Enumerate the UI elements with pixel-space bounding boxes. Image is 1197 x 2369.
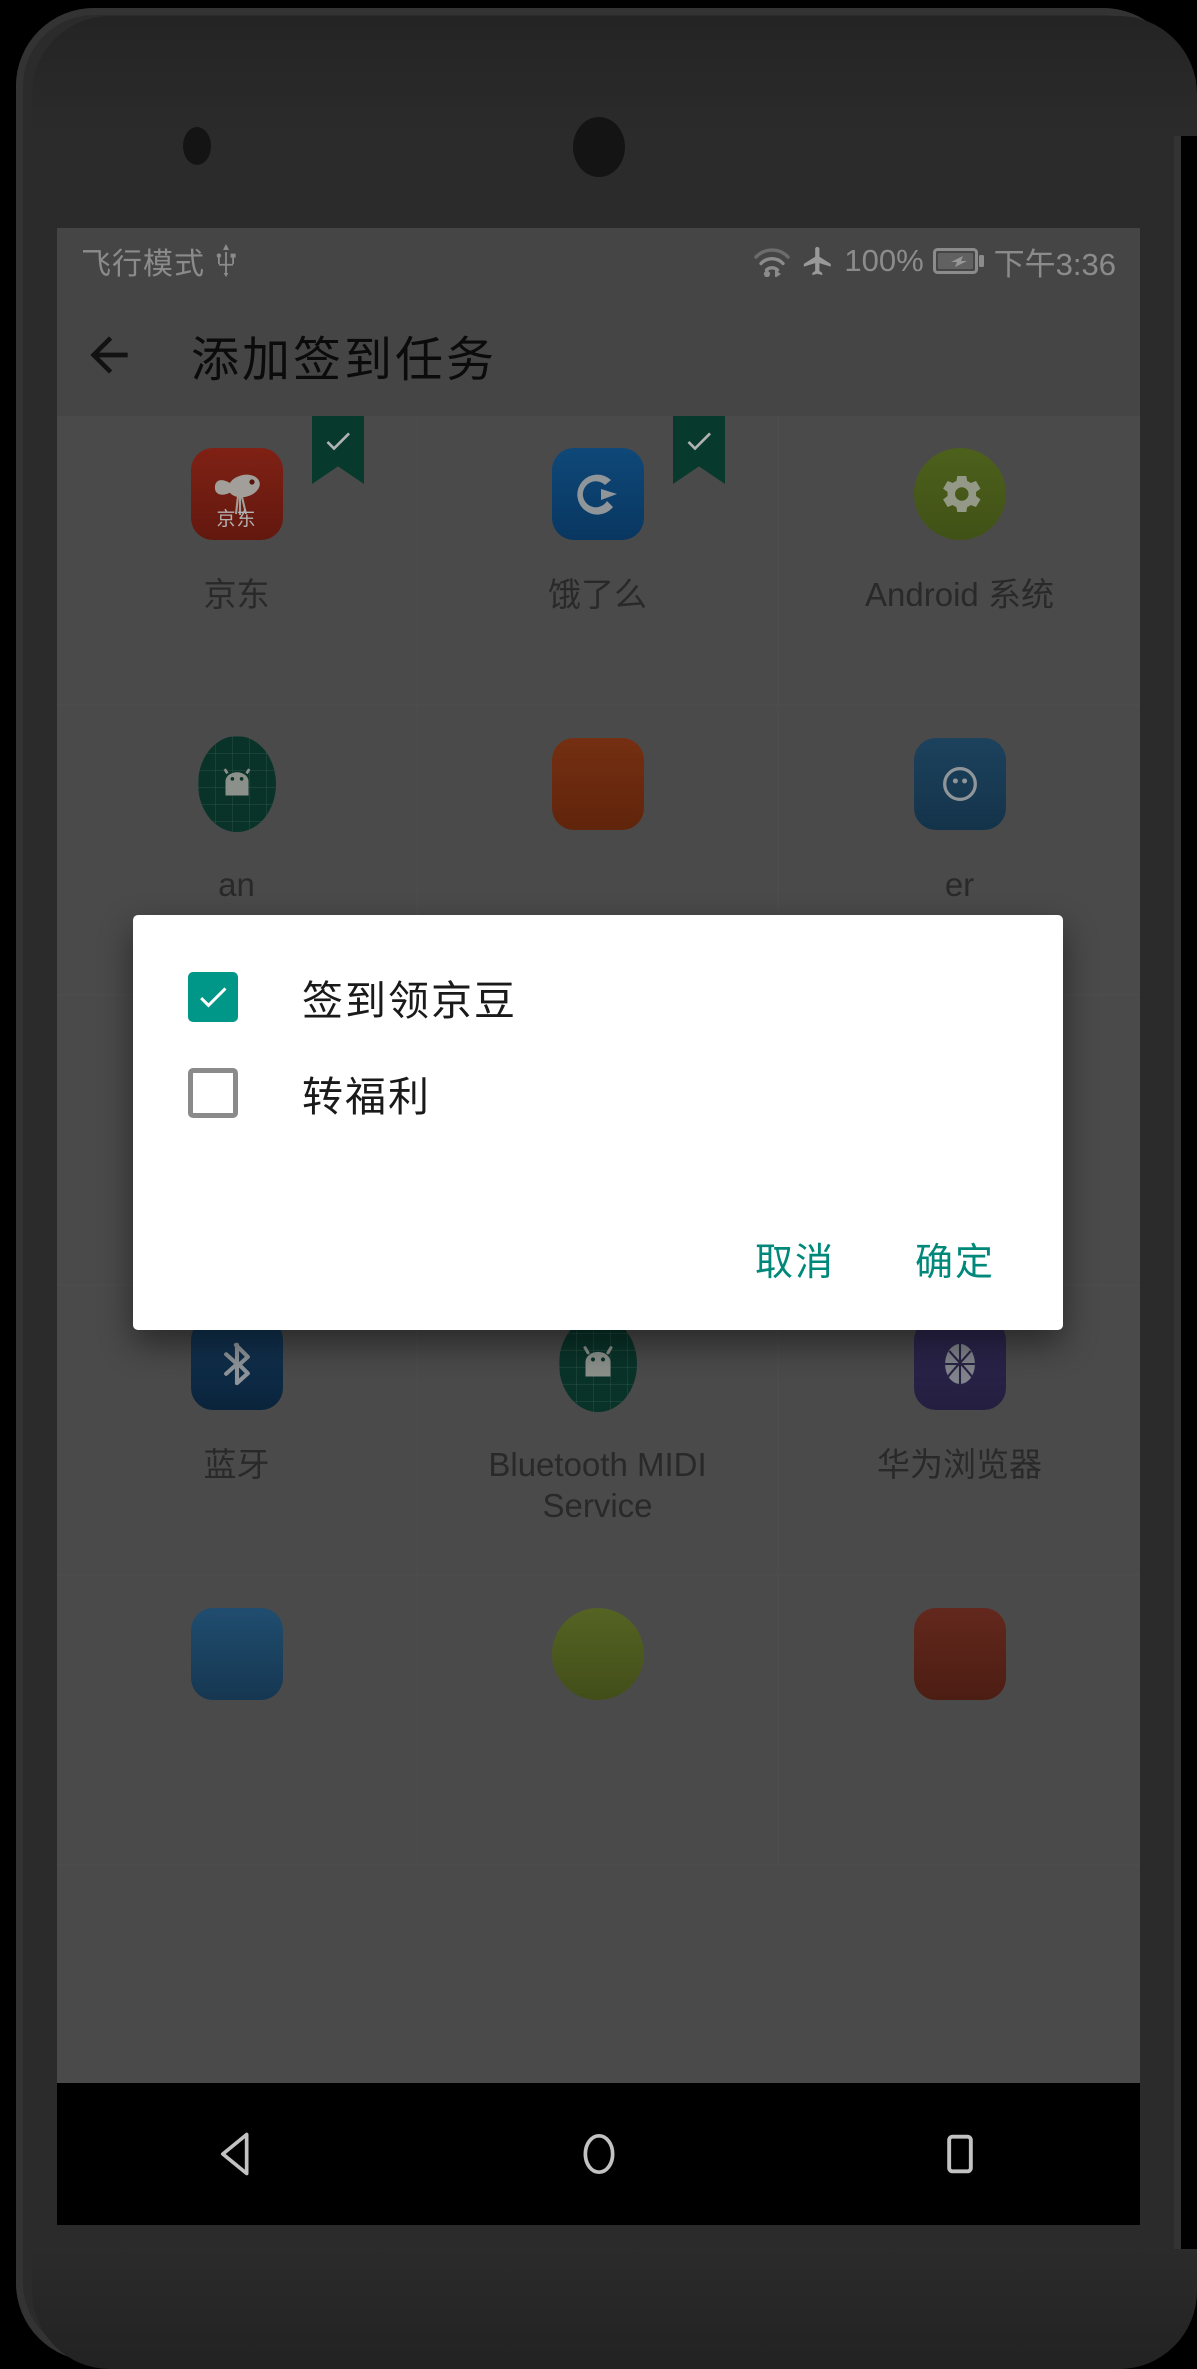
dialog-checkbox-row-1[interactable]: 转福利 xyxy=(133,1045,1063,1141)
dialog-checkbox-row-0[interactable]: 签到领京豆 xyxy=(133,949,1063,1045)
dialog-checkbox-list: 签到领京豆 转福利 xyxy=(133,915,1063,1141)
checkbox-unchecked-icon[interactable] xyxy=(188,1068,238,1118)
front-camera-icon xyxy=(183,127,211,165)
device-bottom-bezel xyxy=(32,2249,1197,2369)
check-icon xyxy=(200,987,227,1008)
cancel-button[interactable]: 取消 xyxy=(733,1221,857,1296)
nav-recents-icon xyxy=(946,2134,973,2174)
device-top-bezel xyxy=(32,16,1197,136)
nav-back-icon xyxy=(220,2132,249,2176)
system-nav-bar xyxy=(57,2083,1140,2225)
nav-home-button[interactable] xyxy=(524,2083,674,2225)
confirm-button[interactable]: 确定 xyxy=(893,1221,1017,1296)
dialog-checkbox-label-1: 转福利 xyxy=(302,1074,431,1120)
earpiece-sensor-icon xyxy=(573,117,625,177)
checkbox-checked-icon[interactable] xyxy=(188,972,238,1022)
dialog-action-bar: 取消 确定 xyxy=(133,1221,1063,1330)
nav-recents-button[interactable] xyxy=(885,2083,1035,2225)
phone-screen: 京东京东饿了么Android 系统aner标记com.android.backu… xyxy=(57,228,1140,2225)
task-select-dialog: 签到领京豆 转福利 取消 确定 xyxy=(133,915,1063,1330)
nav-back-button[interactable] xyxy=(163,2083,313,2225)
dialog-checkbox-label-0: 签到领京豆 xyxy=(302,978,517,1024)
nav-home-icon xyxy=(583,2133,614,2175)
